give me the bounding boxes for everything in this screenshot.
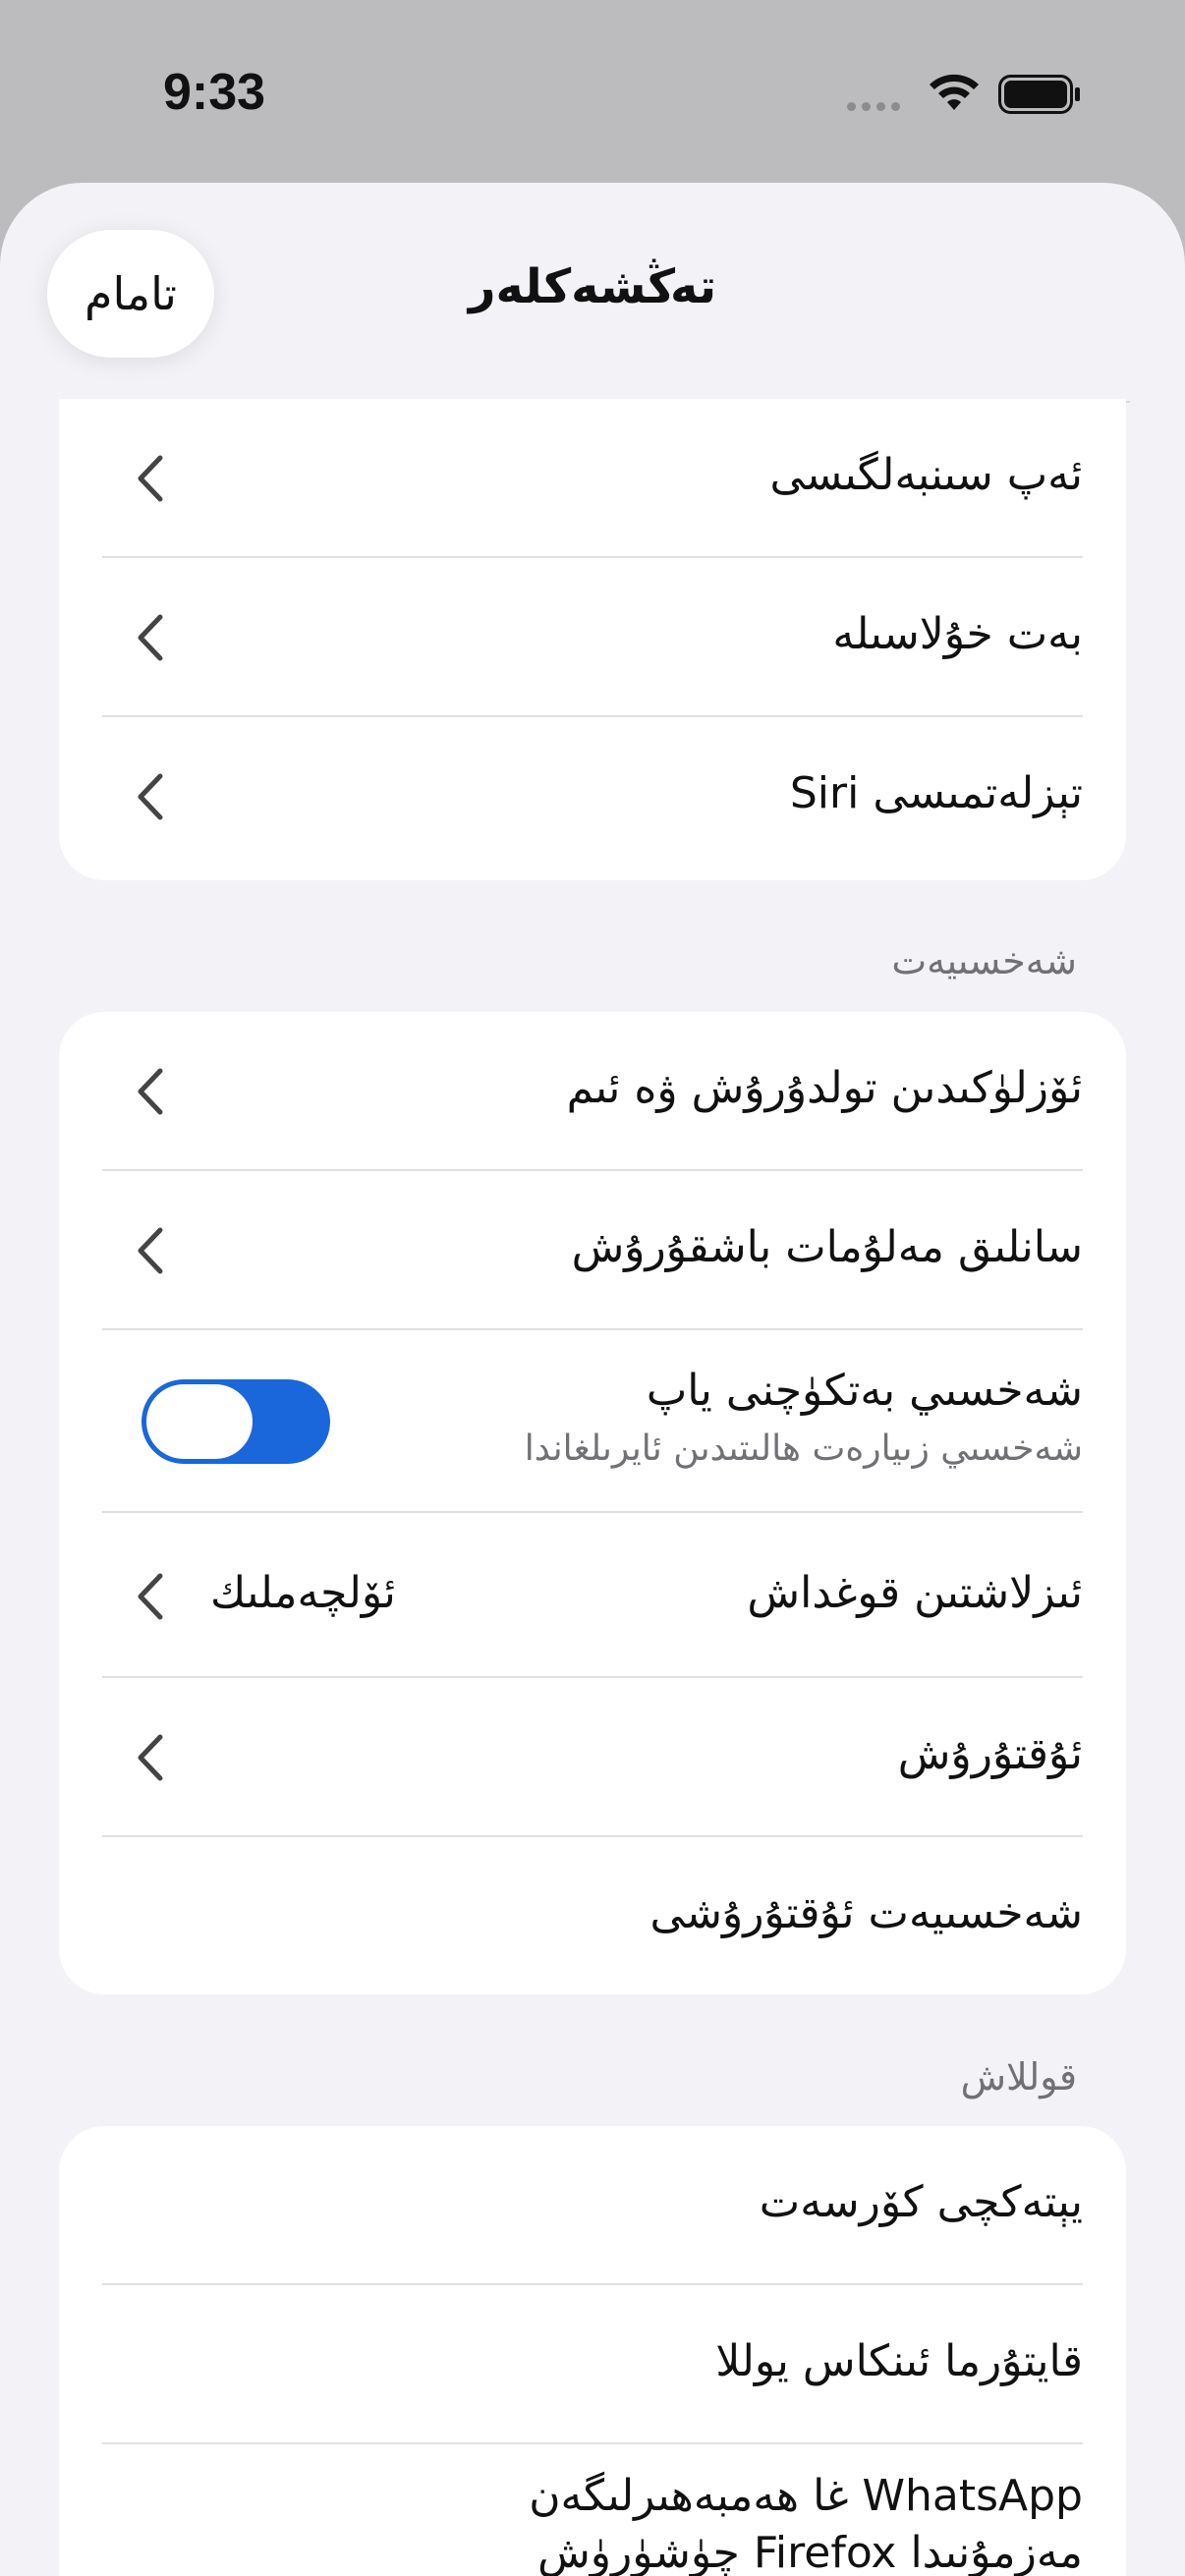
chevron-left-icon bbox=[138, 1068, 163, 1115]
settings-group-privacy: ئۆزلۈكىدىن تولدۇرۇش ۋە ئىم سانلىق مەلۇما… bbox=[59, 1012, 1126, 1994]
chevron-left-icon bbox=[138, 1573, 163, 1620]
row-show-tour[interactable]: يېتەكچى كۆرسەت bbox=[59, 2126, 1126, 2285]
row-label: بەت خۇلاسىلە bbox=[832, 609, 1083, 659]
row-label: شەخسىي بەتكۈچنى ياپ bbox=[646, 1366, 1083, 1416]
row-label: قايتۇرما ئىنكاس يوللا bbox=[715, 2336, 1083, 2386]
row-notifications[interactable]: ئۇقتۇرۇش bbox=[59, 1678, 1126, 1837]
row-page-summary[interactable]: بەت خۇلاسىلە bbox=[59, 558, 1126, 717]
row-siri-shortcuts[interactable]: تېزلەتمىسى Siri bbox=[59, 717, 1126, 876]
close-private-tabs-toggle[interactable] bbox=[141, 1379, 330, 1464]
row-value: ئۆلچەملىك bbox=[210, 1568, 396, 1618]
status-time: 9:33 bbox=[163, 64, 266, 121]
row-privacy-notice[interactable]: شەخسىيەت ئۇقتۇرۇشى bbox=[59, 1837, 1126, 1994]
status-bar: 9:33 bbox=[0, 0, 1185, 183]
battery-icon bbox=[998, 75, 1080, 114]
row-label: ئەپ سىنبەلگىسى bbox=[769, 450, 1083, 500]
done-button[interactable]: تامام bbox=[47, 230, 214, 358]
row-autofill-passwords[interactable]: ئۆزلۈكىدىن تولدۇرۇش ۋە ئىم bbox=[59, 1012, 1126, 1171]
row-label: ئۇقتۇرۇش bbox=[897, 1729, 1083, 1779]
row-label: ئىزلاشتىن قوغداش bbox=[747, 1568, 1083, 1618]
chevron-left-icon bbox=[138, 773, 163, 820]
settings-sheet: تەڭشەكلەر تامام ئەپ سىنبەلگىسى بەت خۇلاس… bbox=[0, 183, 1185, 2576]
row-tracking-protection[interactable]: ئىزلاشتىن قوغداش ئۆلچەملىك bbox=[59, 1513, 1126, 1678]
row-label: شەخسىيەت ئۇقتۇرۇشى bbox=[649, 1888, 1083, 1938]
section-header-support: قوللاش bbox=[960, 2055, 1077, 2099]
row-label: سانلىق مەلۇمات باشقۇرۇش bbox=[571, 1222, 1083, 1272]
row-sublabel: شەخسىي زىيارەت ھالىتىدىن ئايرىلغاندا bbox=[524, 1428, 1083, 1469]
toggle-knob bbox=[146, 1384, 253, 1459]
row-app-icon[interactable]: ئەپ سىنبەلگىسى bbox=[59, 399, 1126, 558]
chevron-left-icon bbox=[138, 1734, 163, 1781]
section-header-privacy: شەخسىيەت bbox=[891, 939, 1077, 982]
cellular-signal-icon bbox=[847, 102, 900, 111]
chevron-left-icon bbox=[138, 455, 163, 502]
chevron-left-icon bbox=[138, 1227, 163, 1274]
row-label: يېتەكچى كۆرسەت bbox=[759, 2177, 1083, 2227]
settings-group-general: ئەپ سىنبەلگىسى بەت خۇلاسىلە تېزلەتمىسى S… bbox=[59, 399, 1126, 880]
row-label: ئۆزلۈكىدىن تولدۇرۇش ۋە ئىم bbox=[566, 1063, 1083, 1113]
row-label: تېزلەتمىسى Siri bbox=[789, 768, 1083, 818]
row-send-feedback[interactable]: قايتۇرما ئىنكاس يوللا bbox=[59, 2285, 1126, 2444]
row-close-private-tabs: شەخسىي بەتكۈچنى ياپ شەخسىي زىيارەت ھالىت… bbox=[59, 1330, 1126, 1513]
wifi-icon bbox=[930, 74, 979, 110]
row-whatsapp-firefox[interactable]: WhatsApp غا ھەمبەھىرلىگەن مەزمۇنىدا Fire… bbox=[59, 2444, 1126, 2576]
settings-group-support: يېتەكچى كۆرسەت قايتۇرما ئىنكاس يوللا Wha… bbox=[59, 2126, 1126, 2576]
row-label: WhatsApp غا ھەمبەھىرلىگەن مەزمۇنىدا Fire… bbox=[529, 2471, 1083, 2576]
row-data-management[interactable]: سانلىق مەلۇمات باشقۇرۇش bbox=[59, 1171, 1126, 1330]
chevron-left-icon bbox=[138, 614, 163, 661]
